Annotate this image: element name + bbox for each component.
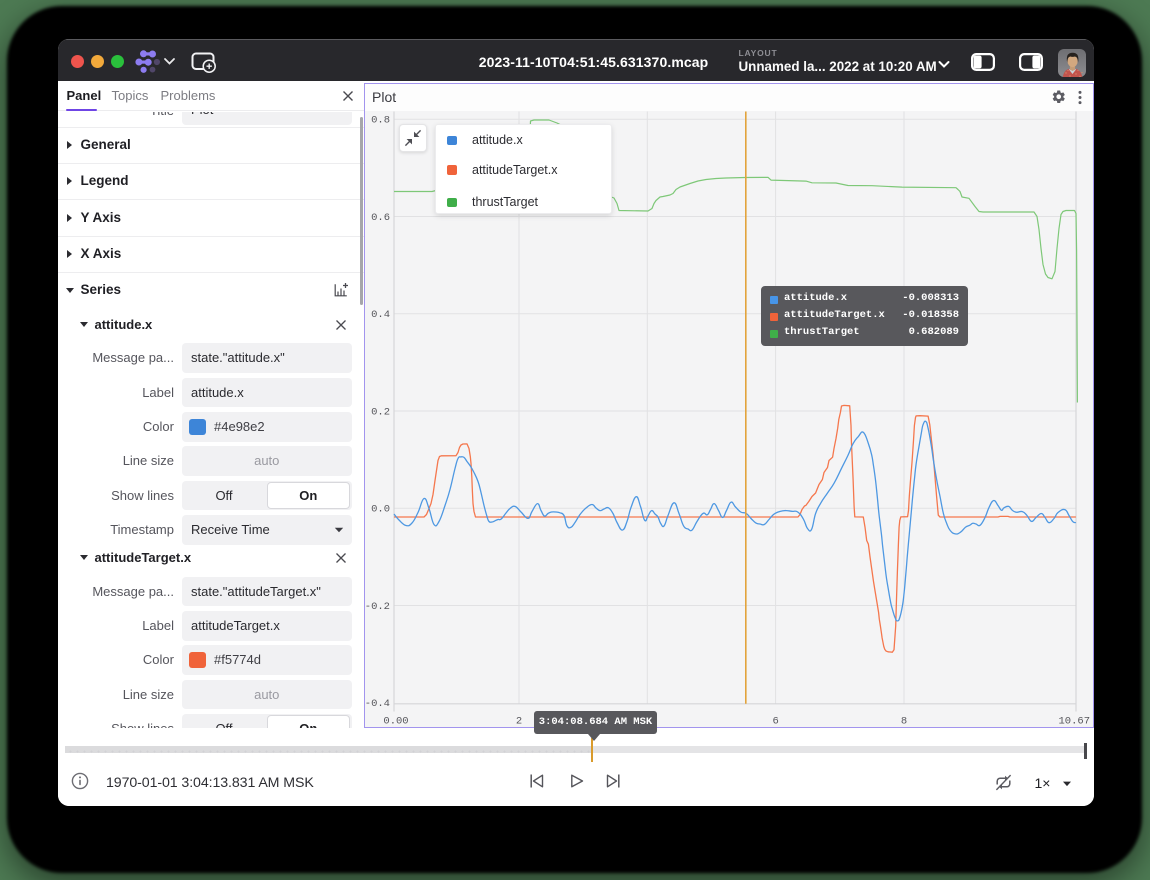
svg-text:0.00: 0.00 <box>383 715 408 727</box>
svg-text:0.8: 0.8 <box>371 114 390 126</box>
svg-text:6: 6 <box>772 715 778 727</box>
svg-text:-0.2: -0.2 <box>365 600 390 612</box>
svg-text:0.0: 0.0 <box>371 503 390 515</box>
svg-text:0.4: 0.4 <box>371 309 390 321</box>
svg-text:0.6: 0.6 <box>371 211 390 223</box>
svg-text:10.67: 10.67 <box>1058 715 1090 727</box>
svg-text:8: 8 <box>901 715 907 727</box>
svg-text:0.2: 0.2 <box>371 406 390 418</box>
svg-text:-0.4: -0.4 <box>365 697 390 709</box>
svg-text:2: 2 <box>516 715 522 727</box>
